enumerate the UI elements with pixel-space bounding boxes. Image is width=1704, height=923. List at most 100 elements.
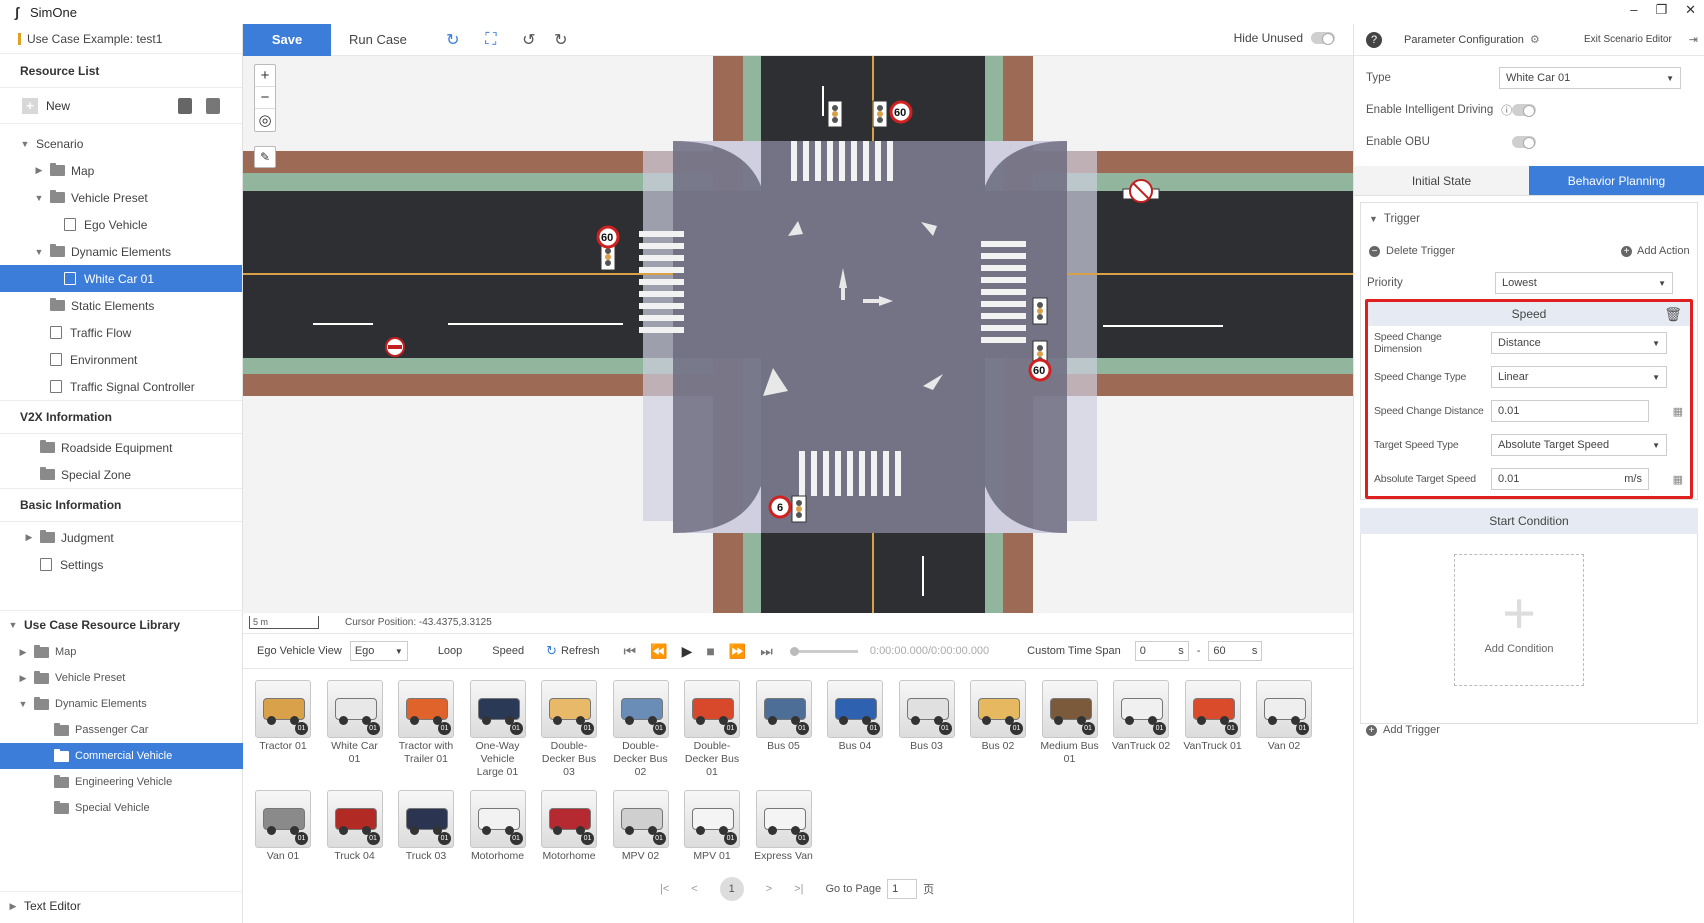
loop-button[interactable]: Loop (438, 645, 462, 657)
new-plus-icon[interactable]: + (22, 97, 38, 114)
speed-field-select[interactable]: Absolute Target Speed ▼ (1491, 434, 1667, 456)
skip-start-icon[interactable]: ⏮ (624, 643, 637, 660)
library-item[interactable]: Commercial Vehicle (0, 743, 243, 769)
tree-caret-icon[interactable]: ▼ (20, 139, 30, 149)
exit-icon[interactable]: ⇥ (1689, 33, 1698, 46)
vehicle-card[interactable]: 01 Tractor 01 (255, 680, 313, 753)
add-action-button[interactable]: Add Action (1637, 245, 1690, 257)
vehicle-card[interactable]: 01 Bus 04 (827, 680, 885, 753)
zoom-in-icon[interactable]: + (255, 65, 275, 87)
vehicle-card[interactable]: 01 Tractor with Trailer 01 (398, 680, 456, 766)
tree-item[interactable]: ▼ Scenario (0, 130, 242, 157)
tree-item[interactable]: Traffic Flow (0, 319, 242, 346)
add-trigger-button[interactable]: + Add Trigger (1366, 724, 1440, 736)
locate-icon[interactable]: ◎ (255, 109, 275, 131)
vehicle-card[interactable]: 01 Motorhome (541, 790, 599, 863)
redo-icon[interactable]: ↻ (551, 30, 571, 50)
first-page-icon[interactable]: |< (660, 883, 669, 895)
library-item[interactable]: Special Vehicle (0, 795, 243, 821)
vehicle-card[interactable]: 01 White Car 01 (326, 680, 385, 766)
span-end-input[interactable]: 60 s (1208, 641, 1263, 661)
run-case-button[interactable]: Run Case (349, 32, 407, 47)
tree-item[interactable]: ▼ Vehicle Preset (0, 184, 242, 211)
tab-initial-state[interactable]: Initial State (1354, 166, 1529, 195)
vehicle-card[interactable]: 01 Double-Decker Bus 01 (684, 680, 742, 779)
delete-trigger-icon[interactable]: − (1369, 245, 1380, 257)
delete-trigger-button[interactable]: Delete Trigger (1386, 245, 1455, 257)
add-condition-button[interactable]: + Add Condition (1454, 554, 1584, 686)
restore-icon[interactable]: ❐ (1655, 2, 1667, 18)
vehicle-card[interactable]: 01 VanTruck 01 (1183, 680, 1243, 753)
tree-caret-icon[interactable]: ▶ (24, 532, 34, 543)
tree-item[interactable]: Traffic Signal Controller (0, 373, 242, 400)
vehicle-card[interactable]: 01 Truck 03 (398, 790, 456, 863)
priority-select[interactable]: Lowest ▼ (1495, 272, 1673, 294)
current-page[interactable]: 1 (719, 877, 744, 901)
hide-unused-toggle[interactable] (1311, 32, 1335, 45)
step-back-icon[interactable]: ⏪ (650, 643, 667, 660)
add-action-icon[interactable]: + (1621, 245, 1632, 257)
vehicle-card[interactable]: 01 Bus 05 (755, 680, 814, 753)
tree-item[interactable]: White Car 01 (0, 265, 242, 292)
basic-info-item[interactable]: ▶ Judgment (0, 524, 242, 551)
playback-slider[interactable] (789, 646, 858, 656)
delete-icon[interactable] (178, 98, 192, 114)
vehicle-card[interactable]: 01 MPV 01 (684, 790, 742, 863)
ruler-icon[interactable]: ✎ (254, 146, 276, 168)
tree-item[interactable]: ▼ Dynamic Elements (0, 238, 242, 265)
library-header[interactable]: ▼ Use Case Resource Library (0, 611, 243, 639)
vehicle-card[interactable]: 01 Double-Decker Bus 03 (541, 680, 599, 779)
help-icon[interactable]: ? (1366, 31, 1382, 48)
text-editor-header[interactable]: ▶ Text Editor (0, 892, 243, 920)
vehicle-card[interactable]: 01 Medium Bus 01 (1040, 680, 1100, 766)
settings-gear-icon[interactable]: ⚙ (1530, 33, 1540, 46)
v2x-item[interactable]: Roadside Equipment (0, 434, 242, 461)
vehicle-card[interactable]: 01 VanTruck 02 (1112, 680, 1171, 753)
refresh-button[interactable]: Refresh (561, 645, 600, 657)
map-canvas[interactable]: 60 60 60 6 + − ◎ ✎ (243, 56, 1353, 613)
refresh-icon[interactable]: ↻ (546, 643, 557, 659)
exit-scenario-editor-button[interactable]: Exit Scenario Editor (1584, 34, 1672, 45)
tree-item[interactable]: Environment (0, 346, 242, 373)
reset-view-icon[interactable]: ↻ (443, 30, 463, 50)
step-forward-icon[interactable]: ⏩ (729, 643, 746, 660)
fit-view-icon[interactable]: ⛶ (481, 30, 501, 50)
parameter-configuration-button[interactable]: Parameter Configuration (1404, 34, 1524, 46)
library-item[interactable]: Engineering Vehicle (0, 769, 243, 795)
tree-item[interactable]: Static Elements (0, 292, 242, 319)
stop-icon[interactable]: ■ (706, 643, 714, 659)
trigger-header[interactable]: ▼ Trigger (1361, 203, 1697, 235)
prev-page-icon[interactable]: < (691, 883, 697, 895)
vehicle-card[interactable]: 01 Truck 04 (326, 790, 385, 863)
tree-caret-icon[interactable]: ▼ (34, 193, 44, 203)
vehicle-card[interactable]: 01 Van 02 (1256, 680, 1314, 753)
vehicle-card[interactable]: 01 Motorhome (469, 790, 528, 863)
tree-caret-icon[interactable]: ▶ (34, 165, 44, 176)
enable-obu-toggle[interactable] (1512, 136, 1536, 149)
library-item[interactable]: ▼ Dynamic Elements (0, 691, 243, 717)
new-button[interactable]: New (46, 99, 70, 113)
undo-icon[interactable]: ↺ (519, 30, 539, 50)
ego-view-select[interactable]: Ego ▼ (349, 641, 408, 661)
v2x-item[interactable]: Special Zone (0, 461, 242, 488)
play-icon[interactable]: ▶ (682, 643, 693, 660)
library-item[interactable]: Passenger Car (0, 717, 243, 743)
speed-field-input[interactable]: 0.01 m/s (1491, 468, 1649, 490)
goto-page-input[interactable]: 1 (887, 879, 918, 899)
skip-end-icon[interactable]: ⏭ (760, 643, 773, 660)
last-page-icon[interactable]: >| (794, 883, 803, 895)
vehicle-card[interactable]: 01 One-Way Vehicle Large 01 (469, 680, 528, 779)
vehicle-card[interactable]: 01 Bus 03 (898, 680, 957, 753)
close-icon[interactable]: ✕ (1685, 2, 1696, 18)
tree-item[interactable]: Ego Vehicle (0, 211, 242, 238)
copy-icon[interactable] (206, 98, 220, 114)
vehicle-card[interactable]: 01 Double-Decker Bus 02 (612, 680, 671, 779)
speed-field-input[interactable]: 0.01 (1491, 400, 1649, 422)
library-item[interactable]: ▶ Vehicle Preset (0, 665, 243, 691)
delete-speed-icon[interactable]: 🗑 (1664, 306, 1682, 323)
info-icon[interactable]: ⓘ (1501, 102, 1512, 118)
span-start-input[interactable]: 0s (1134, 641, 1189, 661)
tree-caret-icon[interactable]: ▶ (18, 673, 28, 684)
type-select[interactable]: White Car 01 ▼ (1499, 67, 1681, 89)
tree-caret-icon[interactable]: ▼ (34, 247, 44, 257)
